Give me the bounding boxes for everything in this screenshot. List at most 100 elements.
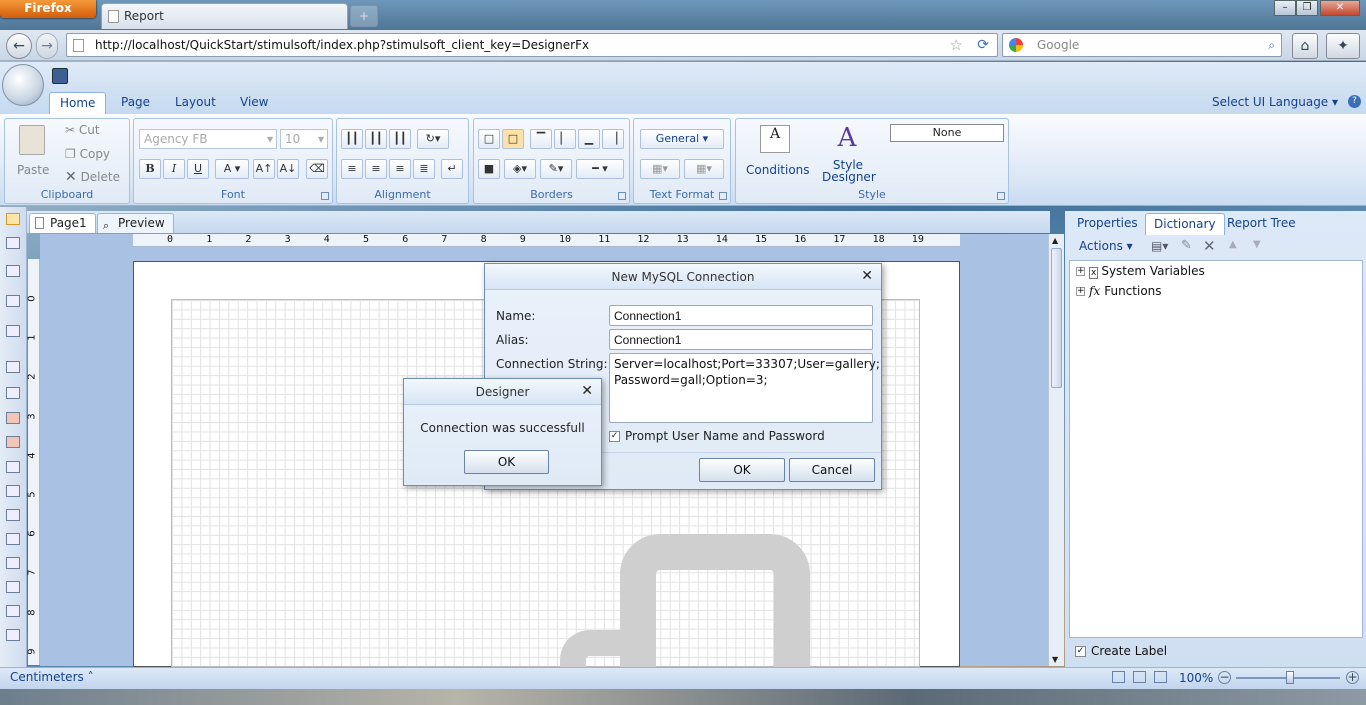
scroll-up-icon[interactable]: ▲ xyxy=(1052,236,1058,245)
barcode-tool-icon[interactable] xyxy=(6,436,20,448)
style-select[interactable]: None xyxy=(890,124,1004,142)
move-up-icon[interactable]: ▲ xyxy=(1229,239,1237,250)
cancel-button[interactable]: Cancel xyxy=(789,458,875,482)
close-icon[interactable]: ✕ xyxy=(581,384,593,398)
border-style-icon[interactable]: ━ ▾ xyxy=(576,159,624,179)
table-tool-icon[interactable] xyxy=(6,605,20,617)
copy-button[interactable]: ❐ Copy xyxy=(65,147,110,161)
search-icon[interactable]: ⌕ xyxy=(1268,34,1275,56)
maximize-button[interactable]: ❐ xyxy=(1296,0,1318,16)
image-tool-icon[interactable] xyxy=(6,412,20,424)
tree-item-functions[interactable]: + fx Functions xyxy=(1076,283,1162,299)
border-color-icon[interactable]: ✎▾ xyxy=(540,159,572,179)
border-right-icon[interactable]: ▕ xyxy=(602,129,624,149)
checkbox-icon[interactable]: ✓ xyxy=(1075,646,1086,657)
chart-tool-icon[interactable] xyxy=(6,533,20,545)
tab-preview[interactable]: ⌕ Preview xyxy=(97,213,174,233)
view-normal-icon[interactable] xyxy=(1112,671,1125,683)
tab-page[interactable]: Page xyxy=(111,92,160,114)
align-left-icon[interactable]: ≡ xyxy=(341,159,363,179)
paste-button[interactable]: Paste xyxy=(17,163,49,177)
browser-tab[interactable]: Report xyxy=(101,3,348,29)
new-tab-button[interactable]: + xyxy=(350,5,378,27)
select-tool-icon[interactable] xyxy=(6,213,20,225)
band-tool-icon[interactable] xyxy=(6,265,20,277)
expand-icon[interactable]: + xyxy=(1076,287,1085,296)
rotate-icon[interactable]: ↻▾ xyxy=(417,129,449,149)
alias-field[interactable] xyxy=(609,329,873,350)
firefox-menu-button[interactable]: Firefox xyxy=(0,0,96,18)
border-all-icon[interactable]: □ xyxy=(478,129,500,149)
conditions-button[interactable]: Conditions xyxy=(746,163,810,177)
prompt-checkbox[interactable]: ✓ Prompt User Name and Password xyxy=(609,429,825,443)
richtext-tool-icon[interactable] xyxy=(6,387,20,399)
name-field[interactable] xyxy=(609,305,873,326)
minimize-button[interactable]: – xyxy=(1274,0,1296,16)
addons-icon[interactable]: ✦ xyxy=(1326,33,1360,59)
style-designer-button[interactable]: Style Designer xyxy=(822,159,876,183)
search-bar[interactable]: Google ⌕ xyxy=(1002,33,1282,57)
ok-button[interactable]: OK xyxy=(699,458,785,482)
font-family-select[interactable]: Agency FB ▾ xyxy=(139,129,277,149)
align-right-icon[interactable]: ≡ xyxy=(389,159,411,179)
text-tool-icon[interactable] xyxy=(6,361,20,373)
ok-button[interactable]: OK xyxy=(464,450,549,474)
cut-button[interactable]: ✂ Cut xyxy=(65,123,100,137)
tab-properties[interactable]: Properties xyxy=(1069,213,1146,235)
align-center-icon[interactable]: ≡ xyxy=(365,159,387,179)
font-size-select[interactable]: 10 ▾ xyxy=(280,129,328,149)
checkbox-tool-icon[interactable] xyxy=(6,557,20,569)
borders-dialog-launcher[interactable] xyxy=(618,192,626,200)
border-left-icon[interactable]: ▏ xyxy=(554,129,576,149)
style-dialog-launcher[interactable] xyxy=(997,192,1005,200)
scroll-down-icon[interactable]: ▼ xyxy=(1052,655,1058,664)
zoom-in-icon[interactable]: + xyxy=(1346,671,1359,684)
tab-home[interactable]: Home xyxy=(49,92,107,114)
checkbox-icon[interactable]: ✓ xyxy=(609,431,620,442)
border-bottom-icon[interactable]: ▁ xyxy=(578,129,600,149)
zoom-slider-thumb[interactable] xyxy=(1286,671,1294,684)
eraser-icon[interactable]: ⌫ xyxy=(306,159,328,179)
forward-button[interactable]: → xyxy=(36,33,58,59)
create-label-checkbox[interactable]: ✓ Create Label xyxy=(1075,644,1167,658)
italic-button[interactable]: I xyxy=(163,159,185,179)
tab-dictionary[interactable]: Dictionary xyxy=(1145,213,1225,235)
zoom-out-icon[interactable]: − xyxy=(1218,671,1231,684)
ui-language-select[interactable]: Select UI Language ▾ xyxy=(1212,95,1338,109)
rectangle-tool-icon[interactable] xyxy=(6,509,20,521)
new-item-icon[interactable]: ▤▾ xyxy=(1151,239,1168,253)
app-menu-button[interactable] xyxy=(2,64,44,106)
zipcode-tool-icon[interactable] xyxy=(6,581,20,593)
line-tool-icon[interactable] xyxy=(6,485,20,497)
scrollbar-thumb[interactable] xyxy=(1051,248,1062,388)
tab-report-tree[interactable]: Report Tree xyxy=(1219,213,1304,235)
move-down-icon[interactable]: ▼ xyxy=(1253,239,1261,250)
shape-tool-icon[interactable] xyxy=(6,461,20,473)
close-window-button[interactable]: ✕ xyxy=(1320,0,1360,16)
align-middle-icon[interactable]: ┃┃ xyxy=(365,129,387,149)
align-justify-icon[interactable]: ≣ xyxy=(413,159,435,179)
font-color-icon[interactable]: A ▾ xyxy=(215,159,249,179)
grow-font-icon[interactable]: A↑ xyxy=(253,159,275,179)
font-dialog-launcher[interactable] xyxy=(321,192,329,200)
cross-band-tool-icon[interactable] xyxy=(6,295,20,307)
tab-view[interactable]: View xyxy=(230,92,278,114)
hand-tool-icon[interactable] xyxy=(6,237,20,249)
save-icon[interactable] xyxy=(52,68,68,84)
home-icon[interactable]: ⌂ xyxy=(1292,33,1318,59)
delete-button[interactable]: ✕ Delete xyxy=(65,169,120,185)
format-icon-2[interactable]: ▦▾ xyxy=(684,159,724,179)
tab-layout[interactable]: Layout xyxy=(165,92,226,114)
subreport-tool-icon[interactable] xyxy=(6,629,20,641)
expand-icon[interactable]: + xyxy=(1076,267,1085,276)
edit-icon[interactable]: ✎ xyxy=(1181,238,1192,253)
text-format-dialog-launcher[interactable] xyxy=(719,192,727,200)
text-format-select[interactable]: General ▾ xyxy=(640,129,724,149)
help-icon[interactable]: ? xyxy=(1348,95,1361,108)
border-none-icon[interactable]: □ xyxy=(502,129,524,149)
format-icon-1[interactable]: ▦▾ xyxy=(640,159,680,179)
shadow-icon[interactable]: ■ xyxy=(478,159,500,179)
back-button[interactable]: ← xyxy=(6,33,32,59)
bookmark-star-icon[interactable]: ☆ xyxy=(950,34,963,56)
connection-string-field[interactable]: Server=localhost;Port=33307;User=gallery… xyxy=(609,353,880,423)
